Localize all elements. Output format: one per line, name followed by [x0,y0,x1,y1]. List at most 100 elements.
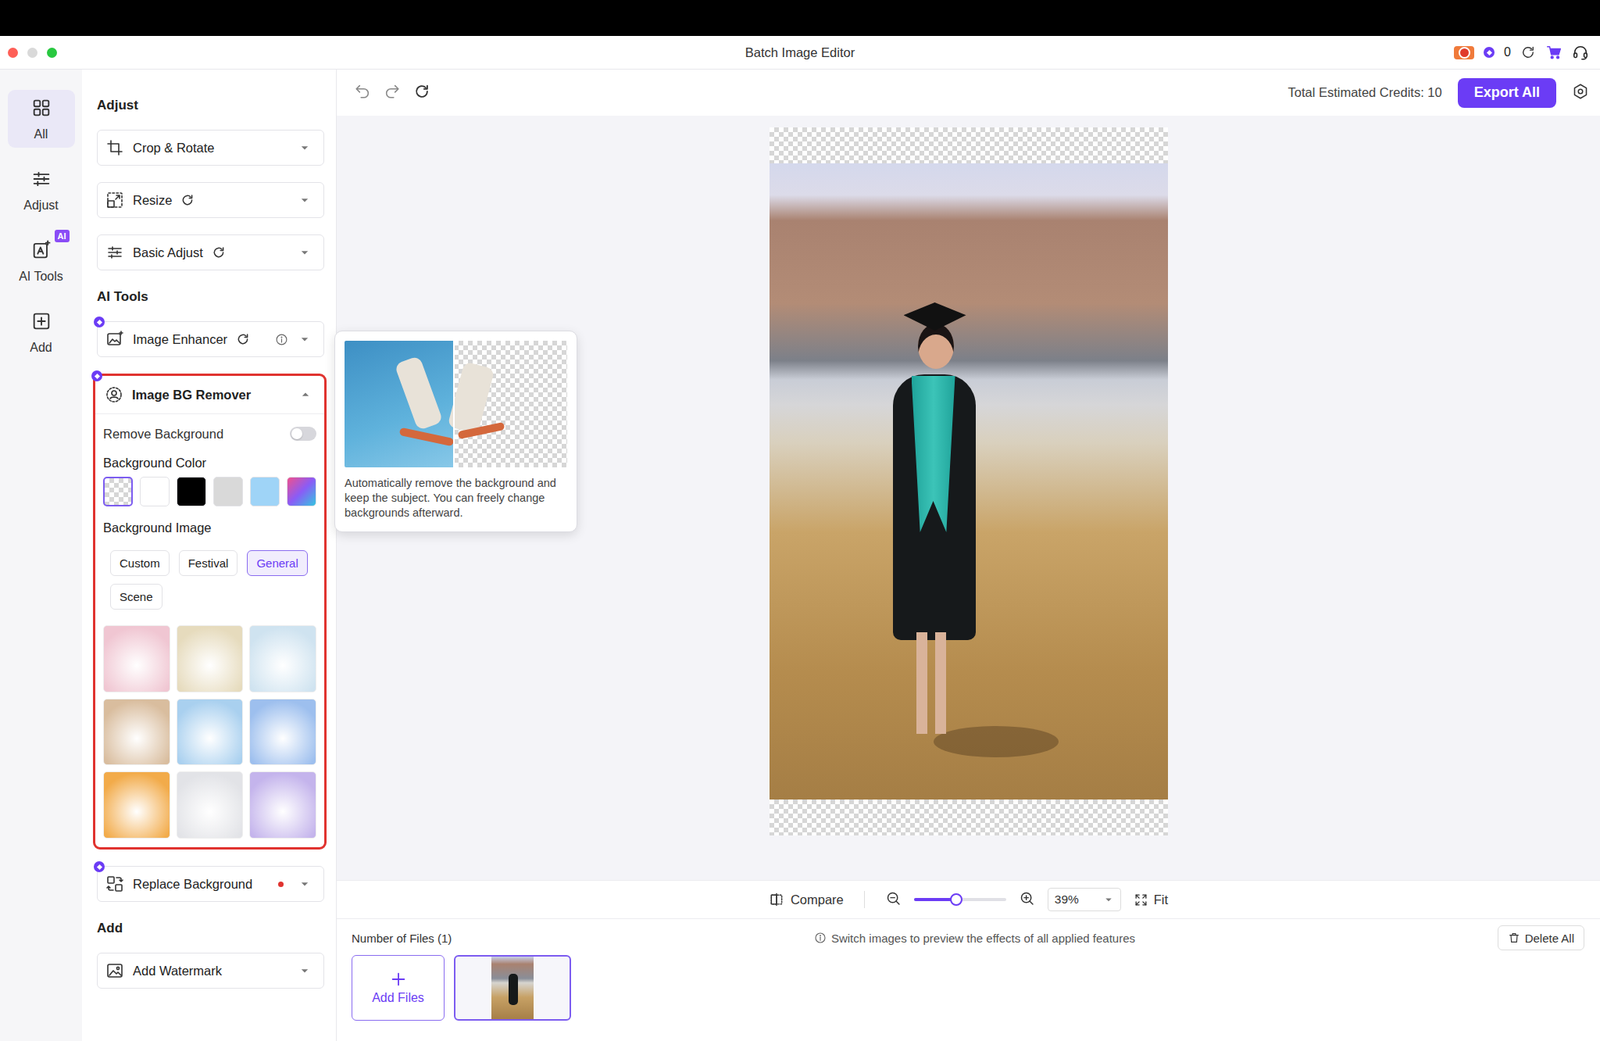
background-thumbnail[interactable] [103,625,171,693]
redo-icon [383,82,401,100]
category-tab[interactable]: Scene [110,583,163,610]
section-title: Add [96,918,325,938]
files-header: Number of Files (1)Switch images to prev… [351,925,1585,950]
color-swatch[interactable] [139,476,170,507]
nav-item[interactable]: Adjust [7,160,75,219]
redo-button[interactable] [383,82,401,104]
reset-button[interactable] [413,82,431,104]
info-icon [275,332,289,347]
color-swatch[interactable] [213,476,243,507]
category-tab[interactable]: Festival [178,550,239,576]
zoom-select[interactable]: 39% [1047,887,1122,911]
zoom-knob[interactable] [950,892,963,906]
tool-dropdown[interactable]: Replace Background [96,865,325,902]
remove-background-toggle[interactable] [289,426,317,441]
add-files-button[interactable]: Add Files [351,954,445,1021]
zoom-in-button[interactable] [1018,889,1036,910]
bg-remover-body: Remove BackgroundBackground ColorBackgro… [95,414,325,847]
tool-list: Crop & Rotate Resize Basic Adjust [96,129,325,271]
add-files-label: Add Files [371,990,425,1005]
image-categories: Custom Festival General Scene [110,550,317,610]
photo-cap [903,302,967,331]
zoom-bar: Compare 39% Fit [336,879,1600,918]
background-thumbnail[interactable] [249,698,317,766]
ai-credit-icon [93,316,105,328]
background-thumbnail[interactable] [176,771,244,839]
category-tab[interactable]: General [246,550,308,576]
export-all-button[interactable]: Export All [1457,78,1557,108]
delete-all-button[interactable]: Delete All [1497,925,1585,950]
caret-down-icon [296,875,313,892]
photo-preview [769,163,1168,800]
tool-label: Image BG Remover [132,387,251,403]
background-thumbnails [103,625,317,839]
zoom-button[interactable] [46,47,58,58]
fit-button[interactable]: Fit [1133,892,1168,908]
settings-button[interactable] [1571,82,1590,104]
skater-figure [394,355,444,431]
caret-down-icon [296,139,313,156]
color-swatch[interactable] [286,476,317,507]
zoom-out-button[interactable] [885,889,902,910]
caret-up-icon [297,386,314,403]
caret-down-icon [1101,892,1116,907]
screen-top-bar [0,0,1600,36]
credit-count: 0 [1503,45,1511,60]
reload-icon [413,82,431,100]
close-button[interactable] [7,47,18,58]
category-tab[interactable]: Custom [110,550,170,576]
preview-removed [453,340,568,468]
color-swatch[interactable] [103,476,133,507]
skateboard [399,427,455,447]
undo-icon [353,82,372,100]
nav-item[interactable]: Add [7,303,75,361]
caret-down-icon [296,331,313,347]
tool-label: Replace Background [132,876,253,892]
color-swatch[interactable] [250,476,280,507]
replace-icon [105,874,125,893]
undo-button[interactable] [353,82,372,104]
ai-credit-icon [93,860,105,872]
titlebar-actions: 0 [854,43,1600,61]
tool-dropdown[interactable]: Crop & Rotate [96,129,325,166]
category-label: Scene [119,589,154,604]
plus-icon [389,970,408,988]
toggle-label: Remove Background [103,426,224,442]
minimize-button[interactable] [27,47,38,58]
background-thumbnail[interactable] [249,625,317,693]
fit-label: Fit [1153,892,1168,908]
tool-label: Resize [132,192,172,208]
tool-dropdown[interactable]: Resize [96,182,325,218]
tool-dropdown[interactable]: Add Watermark [96,952,325,989]
nav-icon-wrap: AI [30,239,53,265]
tooltip-text: Automatically remove the background and … [344,475,568,521]
background-thumbnail[interactable] [103,771,171,839]
ai-credit-icon [91,370,103,382]
reset-icon[interactable] [211,245,226,260]
tool-dropdown[interactable]: Basic Adjust [96,234,325,271]
reset-icon[interactable] [180,192,195,208]
caret-down-icon [296,192,313,208]
tool-header[interactable]: Image BG Remover [95,375,325,415]
zoom-reading: 39% [1054,892,1079,907]
background-thumbnail[interactable] [176,625,244,693]
tool-label: Crop & Rotate [132,140,215,156]
background-thumbnail[interactable] [249,771,317,839]
main-area: AllAdjustAIAI ToolsAddAdjustCrop & Rotat… [0,69,1600,1041]
bgremove-icon [104,385,124,404]
file-count: Number of Files (1) [351,931,452,945]
tool-dropdown[interactable]: Image Enhancer [96,321,325,358]
compare-button[interactable]: Compare [768,891,844,908]
nav-item[interactable]: AI AI Tools [7,232,75,290]
file-thumbnail[interactable] [453,954,572,1021]
color-swatch[interactable] [176,476,207,507]
zoom-slider[interactable] [914,897,1007,901]
reset-icon[interactable] [235,332,250,347]
thumbnail-photo [491,956,534,1019]
color-swatches [103,476,317,507]
background-thumbnail[interactable] [176,698,244,766]
background-thumbnail[interactable] [103,698,171,766]
nav-item[interactable]: All [7,89,75,148]
credit-alert-icon[interactable] [1453,46,1475,60]
nav-label: AI Tools [18,269,64,284]
